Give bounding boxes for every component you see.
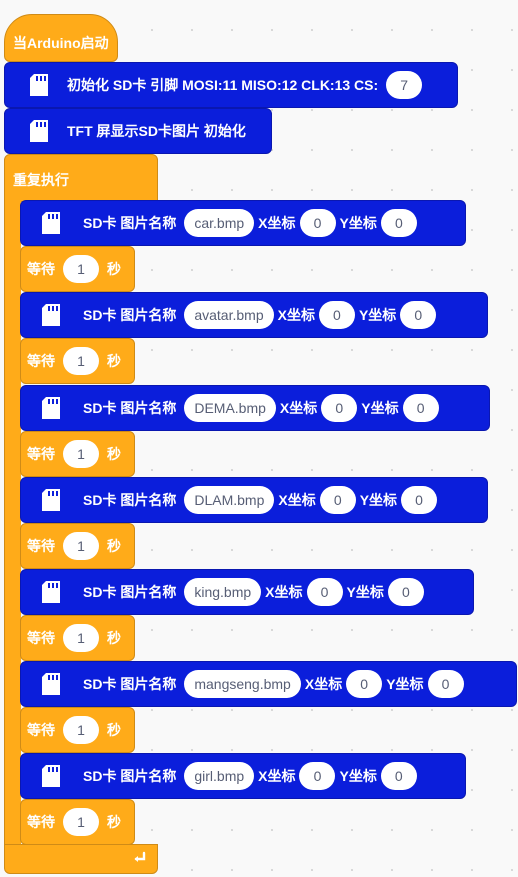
sd-image-block[interactable]: SD卡 图片名称 king.bmp X坐标 0 Y坐标 0 [20, 569, 474, 615]
wait-seconds-input[interactable]: 1 [63, 532, 99, 560]
sd-image-block[interactable]: SD卡 图片名称 DLAM.bmp X坐标 0 Y坐标 0 [20, 477, 488, 523]
sd-image-label: SD卡 图片名称 [83, 584, 177, 600]
seconds-label: 秒 [107, 814, 121, 830]
sd-image-block[interactable]: SD卡 图片名称 car.bmp X坐标 0 Y坐标 0 [20, 200, 466, 246]
y-coord-label: Y坐标 [346, 584, 384, 600]
sd-image-label: SD卡 图片名称 [83, 307, 177, 323]
sd-image-label: SD卡 图片名称 [83, 400, 177, 416]
sd-image-label: SD卡 图片名称 [83, 492, 177, 508]
x-coord-label: X坐标 [277, 307, 315, 323]
seconds-label: 秒 [107, 722, 121, 738]
wait-label: 等待 [27, 446, 55, 462]
wait-block[interactable]: 等待 1 秒 [20, 338, 135, 384]
y-coord-input[interactable]: 0 [380, 209, 417, 237]
seconds-label: 秒 [107, 261, 121, 277]
y-coord-label: Y坐标 [359, 492, 398, 508]
image-filename-input[interactable]: king.bmp [184, 578, 262, 606]
x-coord-input[interactable]: 0 [319, 486, 356, 514]
y-coord-label: Y坐标 [339, 768, 377, 784]
wait-label: 等待 [27, 630, 55, 646]
wait-seconds-input[interactable]: 1 [63, 440, 99, 468]
seconds-label: 秒 [107, 538, 121, 554]
y-coord-input[interactable]: 0 [427, 670, 464, 698]
y-coord-input[interactable]: 0 [402, 394, 439, 422]
init-tft-label: TFT 屏显示SD卡图片 初始化 [67, 123, 246, 139]
init-sd-card-block[interactable]: 初始化 SD卡 引脚 MOSI:11 MISO:12 CLK:13 CS: 7 [4, 62, 458, 108]
sd-image-label: SD卡 图片名称 [83, 768, 177, 784]
init-tft-block[interactable]: TFT 屏显示SD卡图片 初始化 [4, 108, 272, 154]
x-coord-label: X坐标 [279, 400, 318, 416]
x-coord-label: X坐标 [258, 768, 296, 784]
sd-card-icon [27, 118, 51, 144]
y-coord-input[interactable]: 0 [400, 301, 437, 329]
wait-seconds-input[interactable]: 1 [63, 255, 99, 283]
sd-image-block[interactable]: SD卡 图片名称 girl.bmp X坐标 0 Y坐标 0 [20, 753, 466, 799]
forever-loop-top[interactable]: 重复执行 [4, 154, 158, 202]
image-filename-input[interactable]: DLAM.bmp [184, 486, 275, 514]
image-filename-input[interactable]: car.bmp [184, 209, 255, 237]
x-coord-input[interactable]: 0 [306, 578, 343, 606]
forever-loop-arm [4, 200, 21, 846]
image-filename-input[interactable]: mangseng.bmp [184, 670, 301, 698]
sd-card-icon [39, 579, 63, 605]
y-coord-label: Y坐标 [386, 676, 424, 692]
hat-label: 当Arduino启动 [13, 35, 109, 51]
x-coord-label: X坐标 [258, 215, 296, 231]
wait-label: 等待 [27, 261, 55, 277]
x-coord-input[interactable]: 0 [321, 394, 358, 422]
sd-image-label: SD卡 图片名称 [83, 215, 177, 231]
x-coord-input[interactable]: 0 [299, 209, 336, 237]
image-filename-input[interactable]: avatar.bmp [184, 301, 274, 329]
seconds-label: 秒 [107, 630, 121, 646]
init-sd-label: 初始化 SD卡 引脚 MOSI:11 MISO:12 CLK:13 CS: [67, 77, 379, 93]
wait-seconds-input[interactable]: 1 [63, 347, 99, 375]
x-coord-input[interactable]: 0 [346, 670, 383, 698]
x-coord-label: X坐标 [304, 676, 343, 692]
loop-arrow-icon [131, 850, 147, 869]
sd-image-block[interactable]: SD卡 图片名称 avatar.bmp X坐标 0 Y坐标 0 [20, 292, 488, 338]
y-coord-label: Y坐标 [361, 400, 399, 416]
loop-label: 重复执行 [13, 172, 69, 188]
image-filename-input[interactable]: girl.bmp [184, 762, 255, 790]
sd-card-icon [39, 763, 63, 789]
x-coord-input[interactable]: 0 [299, 762, 336, 790]
sd-image-label: SD卡 图片名称 [83, 676, 177, 692]
wait-label: 等待 [27, 814, 55, 830]
wait-label: 等待 [27, 353, 55, 369]
sd-card-icon [39, 302, 63, 328]
wait-seconds-input[interactable]: 1 [63, 716, 99, 744]
sd-card-icon [39, 487, 63, 513]
y-coord-input[interactable]: 0 [387, 578, 424, 606]
seconds-label: 秒 [107, 446, 121, 462]
wait-block[interactable]: 等待 1 秒 [20, 431, 135, 477]
x-coord-input[interactable]: 0 [318, 301, 355, 329]
wait-seconds-input[interactable]: 1 [63, 624, 99, 652]
wait-block[interactable]: 等待 1 秒 [20, 799, 135, 845]
wait-label: 等待 [27, 722, 55, 738]
x-coord-label: X坐标 [265, 584, 303, 600]
wait-seconds-input[interactable]: 1 [63, 808, 99, 836]
x-coord-label: X坐标 [278, 492, 316, 508]
y-coord-label: Y坐标 [358, 307, 397, 323]
sd-card-icon [39, 395, 63, 421]
forever-loop-bottom[interactable] [4, 844, 158, 874]
wait-block[interactable]: 等待 1 秒 [20, 707, 135, 753]
wait-block[interactable]: 等待 1 秒 [20, 523, 135, 569]
sd-card-icon [27, 72, 51, 98]
sd-card-icon [39, 671, 63, 697]
y-coord-input[interactable]: 0 [401, 486, 438, 514]
when-arduino-starts-block[interactable]: 当Arduino启动 [4, 14, 118, 62]
wait-label: 等待 [27, 538, 55, 554]
y-coord-input[interactable]: 0 [380, 762, 417, 790]
seconds-label: 秒 [107, 353, 121, 369]
wait-block[interactable]: 等待 1 秒 [20, 246, 135, 292]
y-coord-label: Y坐标 [339, 215, 377, 231]
sd-image-block[interactable]: SD卡 图片名称 DEMA.bmp X坐标 0 Y坐标 0 [20, 385, 490, 431]
cs-pin-input[interactable]: 7 [386, 71, 423, 99]
image-filename-input[interactable]: DEMA.bmp [184, 394, 276, 422]
sd-image-block[interactable]: SD卡 图片名称 mangseng.bmp X坐标 0 Y坐标 0 [20, 661, 517, 707]
wait-block[interactable]: 等待 1 秒 [20, 615, 135, 661]
sd-card-icon [39, 210, 63, 236]
